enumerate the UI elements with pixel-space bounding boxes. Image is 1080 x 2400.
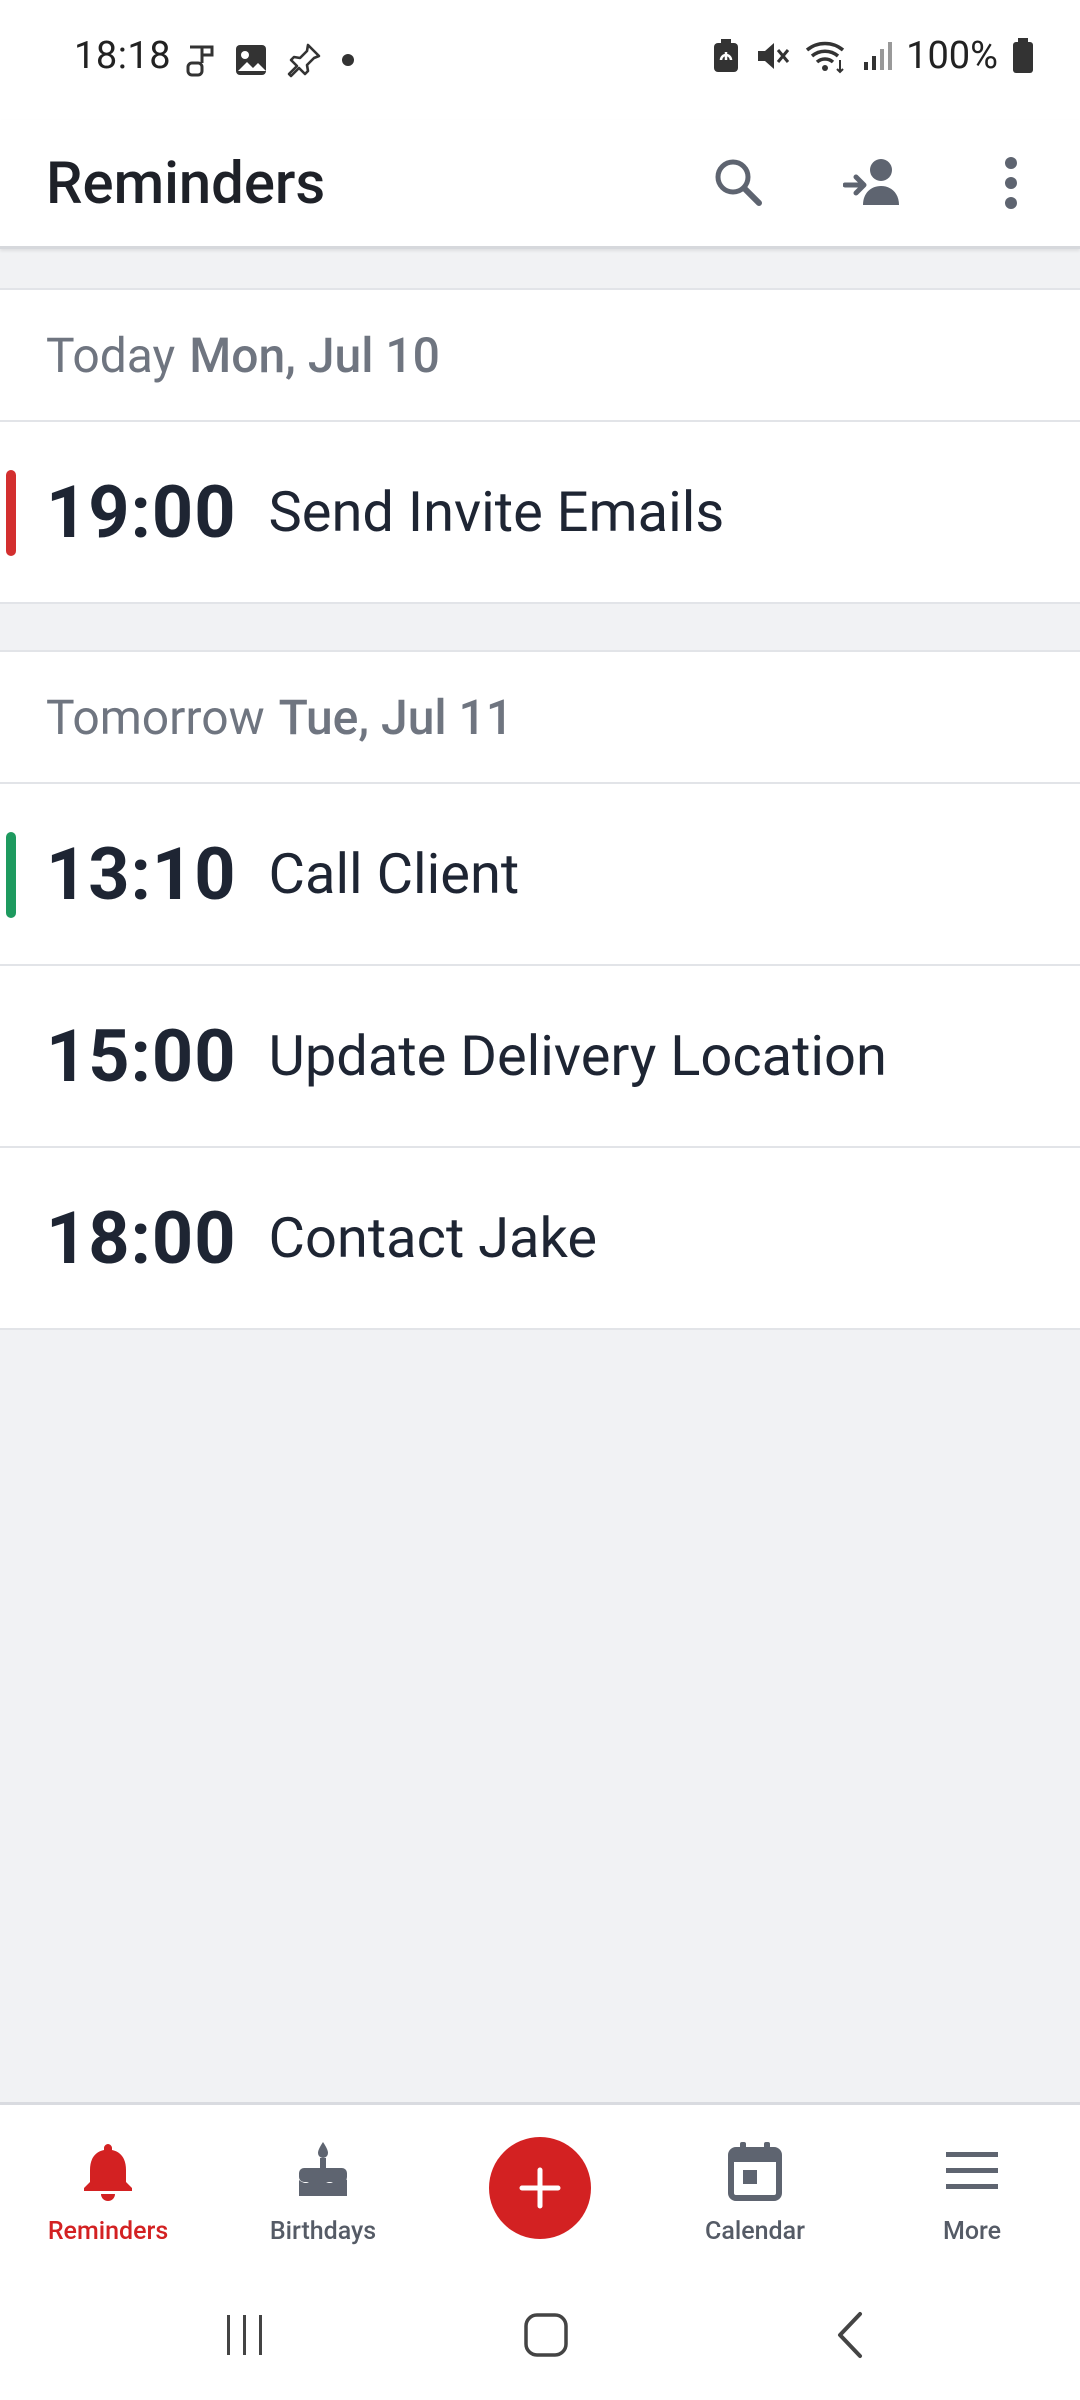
nav-item-more[interactable]: More: [872, 2135, 1072, 2246]
more-vert-icon: [1005, 157, 1017, 209]
dot-icon: [340, 52, 356, 72]
reminder-time: 19:00: [46, 469, 237, 555]
plus-icon: [519, 2167, 561, 2209]
priority-indicator: [6, 832, 16, 918]
signal-icon: [862, 40, 893, 72]
nav-label: Reminders: [47, 2217, 169, 2246]
back-button[interactable]: [810, 2300, 890, 2370]
search-button[interactable]: [694, 138, 784, 228]
share-contact-button[interactable]: [830, 138, 920, 228]
reminder-title: Send Invite Emails: [268, 479, 725, 545]
page-title: Reminders: [46, 150, 326, 218]
cake-icon: [299, 2142, 347, 2196]
home-icon: [524, 2313, 568, 2357]
section-header: Tomorrow Tue, Jul 11: [0, 650, 1080, 784]
more-options-button[interactable]: [966, 138, 1056, 228]
search-icon: [715, 159, 762, 206]
status-bar: 18:18 100%: [0, 0, 1080, 120]
reminder-item[interactable]: 19:00 Send Invite Emails: [0, 422, 1080, 604]
reminder-item[interactable]: 18:00 Contact Jake: [0, 1148, 1080, 1330]
priority-indicator: [6, 470, 16, 556]
recents-button[interactable]: [205, 2300, 285, 2370]
section-today: Today Mon, Jul 10 19:00 Send Invite Emai…: [0, 288, 1080, 604]
status-left-icons: [186, 42, 356, 82]
section-date: Mon, Jul 10: [189, 326, 440, 384]
status-right-icons: 100%: [712, 34, 1034, 78]
bell-icon: [84, 2144, 132, 2201]
reminder-title: Call Client: [268, 841, 520, 907]
section-header: Today Mon, Jul 10: [0, 288, 1080, 422]
nav-label: Calendar: [705, 2217, 805, 2246]
mute-icon: [754, 38, 790, 74]
home-button[interactable]: [506, 2300, 586, 2370]
wifi-icon: [804, 38, 848, 74]
add-reminder-button[interactable]: [489, 2137, 591, 2239]
recents-icon: [227, 2315, 262, 2355]
gallery-icon: [234, 43, 268, 81]
reminder-title: Update Delivery Location: [268, 1023, 887, 1089]
section-relative-day: Today: [46, 326, 176, 384]
section-relative-day: Tomorrow: [46, 688, 265, 746]
reminder-title: Contact Jake: [268, 1205, 598, 1271]
share-contact-icon: [843, 159, 899, 205]
nav-label: More: [942, 2217, 1002, 2246]
nav-item-calendar[interactable]: Calendar: [655, 2135, 855, 2246]
reminder-item[interactable]: 15:00 Update Delivery Location: [0, 966, 1080, 1148]
status-time: 18:18: [74, 34, 172, 78]
menu-icon: [946, 2152, 998, 2189]
nav-item-birthdays[interactable]: Birthdays: [223, 2135, 423, 2246]
reminder-time: 15:00: [46, 1013, 237, 1099]
back-icon: [838, 2312, 862, 2358]
section-date: Tue, Jul 11: [278, 688, 514, 746]
calendar-icon: [728, 2142, 782, 2201]
reminder-time: 13:10: [46, 831, 237, 917]
music-icon: [186, 43, 216, 81]
reminder-time: 18:00: [46, 1195, 237, 1281]
app-bar: Reminders: [0, 120, 1080, 249]
bottom-nav: Reminders Birthdays Calendar More: [0, 2102, 1080, 2275]
section-tomorrow: Tomorrow Tue, Jul 11 13:10 Call Client 1…: [0, 650, 1080, 1330]
nav-item-reminders[interactable]: Reminders: [8, 2135, 208, 2246]
system-nav: [0, 2272, 1080, 2400]
pin-icon: [286, 42, 322, 82]
battery-saver-icon: [712, 38, 740, 74]
reminder-item[interactable]: 13:10 Call Client: [0, 784, 1080, 966]
nav-label: Birthdays: [269, 2217, 377, 2246]
battery-icon: [1012, 38, 1034, 74]
battery-percent: 100%: [906, 34, 998, 78]
